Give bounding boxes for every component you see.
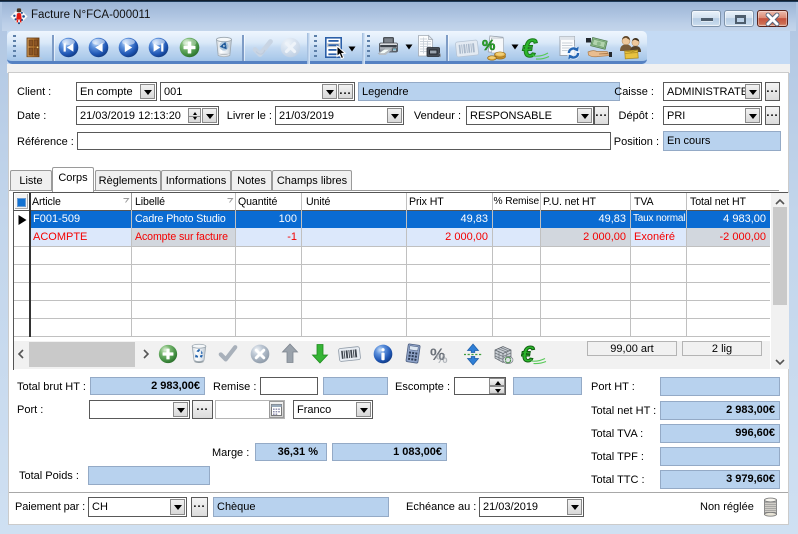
svg-text:%: % [482, 37, 495, 54]
svg-text:%: % [436, 351, 448, 364]
svg-text:€: € [521, 342, 535, 366]
svg-text:€: € [522, 35, 538, 61]
